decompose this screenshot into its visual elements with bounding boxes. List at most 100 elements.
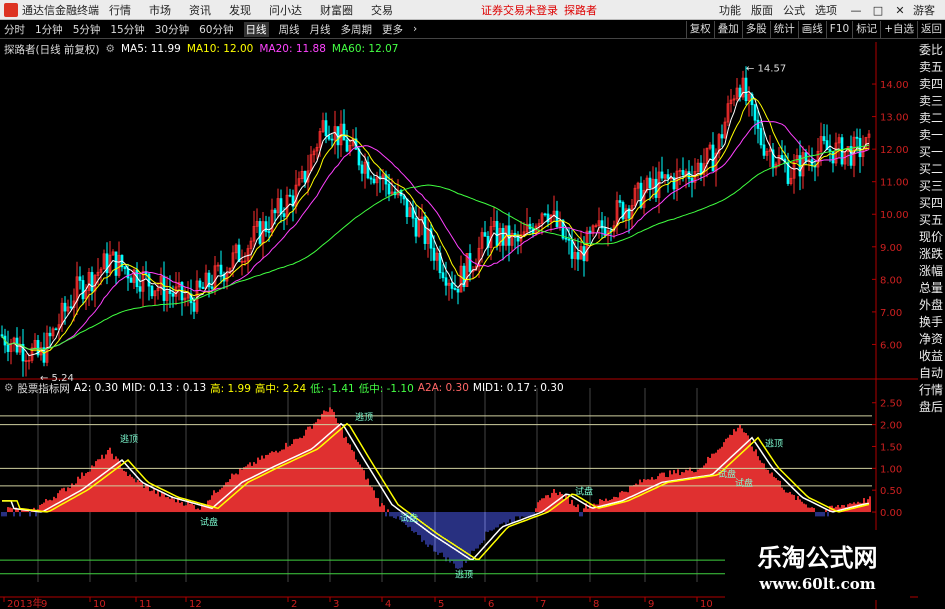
menu-ask[interactable]: 问小达 <box>269 2 302 18</box>
close-icon[interactable]: ✕ <box>891 4 909 17</box>
stats-button[interactable]: 统计 <box>769 21 798 38</box>
candle-body <box>753 104 757 121</box>
draw-button[interactable]: 画线 <box>797 21 826 38</box>
candle-body <box>564 237 568 240</box>
more-chevron-icon[interactable]: › <box>413 23 417 35</box>
period-1min[interactable]: 1分钟 <box>35 22 63 37</box>
menu-discover[interactable]: 发现 <box>229 2 251 18</box>
menu-markets[interactable]: 市场 <box>149 2 171 18</box>
mid-value: MID: 0.13 : 0.13 <box>122 382 207 394</box>
period-multi[interactable]: 多周期 <box>341 22 373 37</box>
date-tick-label: 6 <box>488 599 494 609</box>
sidebar-item[interactable]: 总量 <box>918 280 945 297</box>
candle-body <box>648 177 652 189</box>
candle-body <box>654 178 658 198</box>
overlay-button[interactable]: 叠加 <box>713 21 742 38</box>
adjust-button[interactable]: 复权 <box>685 21 714 38</box>
sidebar-item[interactable]: 买一 <box>918 144 945 161</box>
guest-label[interactable]: 游客 <box>913 2 935 18</box>
candle-body <box>48 332 52 337</box>
candle-body <box>681 170 685 175</box>
candle-body <box>369 177 373 180</box>
period-monthly[interactable]: 月线 <box>310 22 331 37</box>
candle-body <box>555 210 559 227</box>
ma10-value: MA10: 12.00 <box>186 43 254 55</box>
period-60min[interactable]: 60分钟 <box>199 22 233 37</box>
menu-options[interactable]: 选项 <box>815 2 837 18</box>
candle-body <box>441 272 445 279</box>
sidebar-item[interactable]: 买二 <box>918 161 945 178</box>
ma20-value: MA20: 11.88 <box>259 43 326 55</box>
sidebar-item[interactable]: 买三 <box>918 178 945 195</box>
sidebar-item[interactable]: 卖一 <box>918 127 945 144</box>
sidebar-item[interactable]: 行情 <box>918 382 945 399</box>
stock-chart[interactable]: 14.00 13.00 12.00 11.00 10.00 9.00 8.00 7.00 6.0… <box>0 42 918 609</box>
candle-body <box>501 227 505 246</box>
candle-body <box>282 213 286 217</box>
period-15min[interactable]: 15分钟 <box>110 22 144 37</box>
sidebar-item[interactable]: 卖三 <box>918 93 945 110</box>
f10-button[interactable]: F10 <box>825 21 852 38</box>
sub-tick-label: 1.00 <box>880 464 902 475</box>
multi-stock-button[interactable]: 多股 <box>741 21 770 38</box>
sidebar-item[interactable]: 卖五 <box>918 59 945 76</box>
period-daily[interactable]: 日线 <box>243 21 269 37</box>
date-tick-label: 11 <box>139 599 152 609</box>
sidebar-item[interactable]: 收益 <box>918 348 945 365</box>
period-30min[interactable]: 30分钟 <box>155 22 189 37</box>
period-more[interactable]: 更多 <box>382 22 403 37</box>
candle-body <box>456 288 460 293</box>
sidebar-item[interactable]: 委比 <box>918 42 945 59</box>
period-5min[interactable]: 5分钟 <box>73 22 101 37</box>
sub-settings-gear-icon[interactable]: ⚙ <box>4 382 13 394</box>
sidebar-item[interactable]: 现价 <box>918 229 945 246</box>
candle-body <box>414 217 418 237</box>
candle-body <box>345 139 349 152</box>
sidebar-item[interactable]: 净资 <box>918 331 945 348</box>
current-stock-name: 探路者 <box>564 3 597 17</box>
settings-gear-icon[interactable]: ⚙ <box>106 43 115 55</box>
sidebar-item[interactable]: 卖四 <box>918 76 945 93</box>
add-favorite-button[interactable]: +自选 <box>880 21 917 38</box>
sidebar-item[interactable]: 卖二 <box>918 110 945 127</box>
mark-button[interactable]: 标记 <box>852 21 880 38</box>
maximize-icon[interactable]: □ <box>869 4 887 17</box>
stock-title[interactable]: 探路者(日线 前复权) <box>4 42 100 57</box>
period-tick[interactable]: 分时 <box>4 22 25 37</box>
minimize-icon[interactable]: — <box>847 4 865 17</box>
date-tick-label: 8 <box>593 599 599 609</box>
period-weekly[interactable]: 周线 <box>279 22 300 37</box>
sidebar-item[interactable]: 盘后 <box>918 399 945 416</box>
candle-body <box>0 334 4 337</box>
menu-trade[interactable]: 交易 <box>371 2 393 18</box>
candle-body <box>483 232 487 237</box>
menu-formula[interactable]: 公式 <box>783 2 805 18</box>
candle-body <box>858 138 862 158</box>
back-button[interactable]: 返回 <box>917 21 945 38</box>
sidebar-item[interactable]: 买四 <box>918 195 945 212</box>
sub-indicator-name[interactable]: 股票指标网 <box>17 381 70 396</box>
candle-body <box>279 198 283 214</box>
sidebar-item[interactable]: 涨跌 <box>918 246 945 263</box>
date-tick-label: 7 <box>540 599 546 609</box>
sub-signal-label: 试盘 <box>735 477 753 489</box>
menu-market[interactable]: 行情 <box>109 2 131 18</box>
high-value: 高: 1.99 <box>210 382 251 395</box>
menu-function[interactable]: 功能 <box>719 2 741 18</box>
menu-layout[interactable]: 版面 <box>751 2 773 18</box>
sub-signal-label: 试盘 <box>718 468 736 480</box>
candle-body <box>210 286 214 289</box>
sidebar-item[interactable]: 自动 <box>918 365 945 382</box>
menu-wealth[interactable]: 财富圈 <box>320 2 353 18</box>
sidebar-item[interactable]: 外盘 <box>918 297 945 314</box>
sub-signal-label: 逃顶 <box>355 411 373 423</box>
price-tick-label: 7.00 <box>880 308 902 319</box>
date-tick-label: 9 <box>41 599 47 609</box>
candle-body <box>495 221 499 246</box>
price-tick-label: 10.00 <box>880 210 909 221</box>
login-status[interactable]: 证券交易未登录 <box>481 2 558 18</box>
menu-news[interactable]: 资讯 <box>189 2 211 18</box>
sidebar-item[interactable]: 涨幅 <box>918 263 945 280</box>
sidebar-item[interactable]: 买五 <box>918 212 945 229</box>
sidebar-item[interactable]: 换手 <box>918 314 945 331</box>
